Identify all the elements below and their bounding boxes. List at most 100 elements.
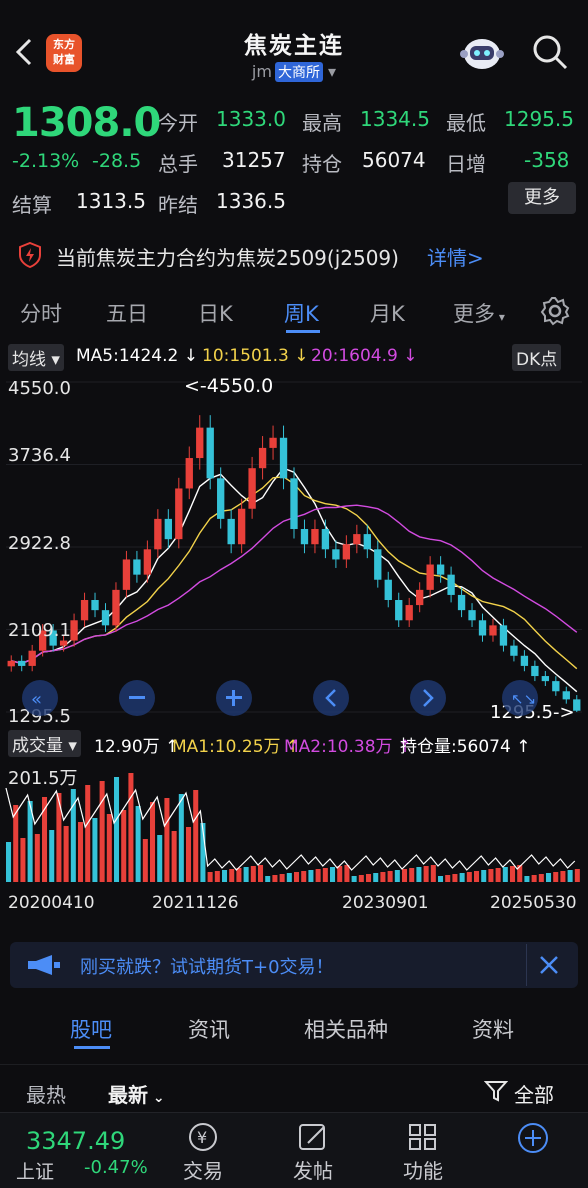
alert-shield-icon (19, 242, 41, 268)
sort-bar: 最热 最新 ⌄ 全部 (0, 1064, 588, 1112)
zoom-in-button[interactable] (216, 680, 252, 716)
volume-bar (222, 870, 228, 882)
filter-all[interactable]: 全部 (514, 1079, 554, 1108)
candle (112, 589, 120, 626)
edit-icon (299, 1124, 325, 1150)
sort-hot[interactable]: 最热 (26, 1079, 66, 1108)
tab-weekly-k[interactable]: 周K (284, 298, 319, 328)
volume-value: 31257 (222, 148, 286, 172)
candlestick-chart[interactable]: 4550.0 3736.4 2922.8 2109.1 1295.5 <-455… (0, 372, 588, 724)
zoom-out-button[interactable] (119, 680, 155, 716)
candle (290, 478, 298, 530)
volume-bar (538, 874, 544, 882)
tab-news[interactable]: 资讯 (188, 1014, 230, 1044)
dk-point-button[interactable]: DK点 (512, 344, 562, 371)
volume-bar (63, 826, 69, 882)
volume-bar (6, 842, 12, 882)
volume-bar (423, 866, 429, 882)
candle (206, 427, 214, 479)
ma-legend: 均线 ▾ MA5:1424.2 ↓ 10:1501.3 ↓ 20:1604.9 … (0, 342, 588, 372)
promo-text: 刚买就跌？试试期货T+0交易！ (80, 957, 334, 978)
tab-daily-k[interactable]: 日K (198, 298, 233, 328)
date-label: 20250530 (490, 893, 577, 913)
volume-bar (416, 867, 422, 882)
candle (217, 478, 225, 519)
contract-notice[interactable]: 当前焦炭主力合约为焦炭2509(j2509) 详情> (0, 232, 588, 278)
tab-profile[interactable]: 资料 (472, 1014, 514, 1044)
volume-bar (402, 869, 408, 882)
candle (457, 594, 466, 611)
tab-more[interactable]: 更多 ▾ (453, 298, 505, 328)
candle (18, 660, 26, 666)
volume-bar (481, 870, 487, 882)
daily-change-value: -358 (524, 148, 570, 172)
volume-bar (301, 871, 307, 882)
volume-legend: 成交量 ▾ 12.90万 ↑ MA1:10.25万 ↑ MA2:10.38万 ↑… (0, 728, 588, 758)
volume-indicator-select[interactable]: 成交量 ▾ (8, 730, 81, 757)
close-icon[interactable] (538, 954, 560, 976)
candle (80, 600, 89, 621)
volume-lines (5, 787, 576, 871)
notice-detail-link[interactable]: 详情> (427, 242, 484, 271)
nav-function[interactable]: 功能 (388, 1121, 458, 1184)
volume-bar (358, 875, 364, 882)
gear-icon[interactable] (540, 296, 570, 326)
volume-bar (258, 865, 264, 882)
search-icon[interactable] (530, 32, 570, 72)
nav-post[interactable]: 发帖 (278, 1121, 348, 1184)
volume-bar (229, 869, 235, 882)
tab-monthly-k[interactable]: 月K (370, 298, 405, 328)
high-label: 最高 (302, 111, 342, 135)
add-icon[interactable] (516, 1121, 550, 1155)
volume-bar (488, 869, 494, 882)
volume-bar (430, 865, 436, 882)
candle (122, 559, 131, 590)
tab-intraday[interactable]: 分时 (20, 298, 62, 328)
volume-bar (128, 773, 134, 882)
volume-chart[interactable]: 201.5万 (0, 758, 588, 886)
caret-down-icon: ▾ (495, 310, 505, 324)
indicator-select[interactable]: 均线 ▾ (8, 344, 64, 371)
settle-value: 1313.5 (76, 189, 146, 213)
tab-forum[interactable]: 股吧 (70, 1014, 112, 1044)
nav-trade[interactable]: ¥ 交易 (168, 1121, 238, 1184)
candle (468, 610, 476, 621)
scroll-left-fast-button[interactable]: « (22, 680, 58, 716)
volume-bar (34, 834, 40, 882)
volume-bar (344, 865, 350, 882)
grid-apps-icon (409, 1124, 436, 1150)
volume-bar (49, 830, 55, 882)
candle (395, 600, 403, 621)
fullscreen-button[interactable]: ↖↘ (502, 680, 538, 716)
tab-related[interactable]: 相关品种 (304, 1014, 388, 1044)
volume-bar (114, 777, 120, 882)
more-button[interactable]: 更多 (508, 182, 576, 214)
promo-banner[interactable]: 刚买就跌？试试期货T+0交易！ (10, 942, 578, 988)
candle (258, 447, 267, 469)
candle (342, 544, 351, 560)
sort-new[interactable]: 最新 ⌄ (108, 1079, 165, 1108)
volume-indicator-label: 成交量 (12, 736, 63, 756)
open-interest-value: 持仓量:56074 ↑ (400, 737, 531, 757)
index-value[interactable]: 3347.49 (26, 1127, 125, 1155)
yen-exchange-icon: ¥ (189, 1123, 217, 1151)
scroll-left-button[interactable] (313, 680, 349, 716)
volume-bar (214, 871, 220, 882)
tab-five-day[interactable]: 五日 (106, 298, 148, 328)
active-subtab-indicator (74, 1046, 110, 1049)
open-value: 1333.0 (216, 107, 286, 131)
candle (416, 589, 424, 606)
scroll-right-button[interactable] (410, 680, 446, 716)
candle (279, 437, 288, 479)
candle (164, 518, 172, 540)
candle (227, 518, 235, 545)
robot-assistant-icon[interactable] (458, 30, 506, 76)
filter-icon[interactable] (484, 1079, 508, 1103)
volume-bar (524, 876, 530, 882)
volume-bar (207, 872, 213, 882)
prev-settle-label: 昨结 (158, 193, 198, 217)
daily-change-label: 日增 (446, 152, 486, 176)
date-label: 20200410 (8, 893, 95, 913)
volume-bar (142, 839, 148, 882)
volume-bar (286, 873, 292, 882)
